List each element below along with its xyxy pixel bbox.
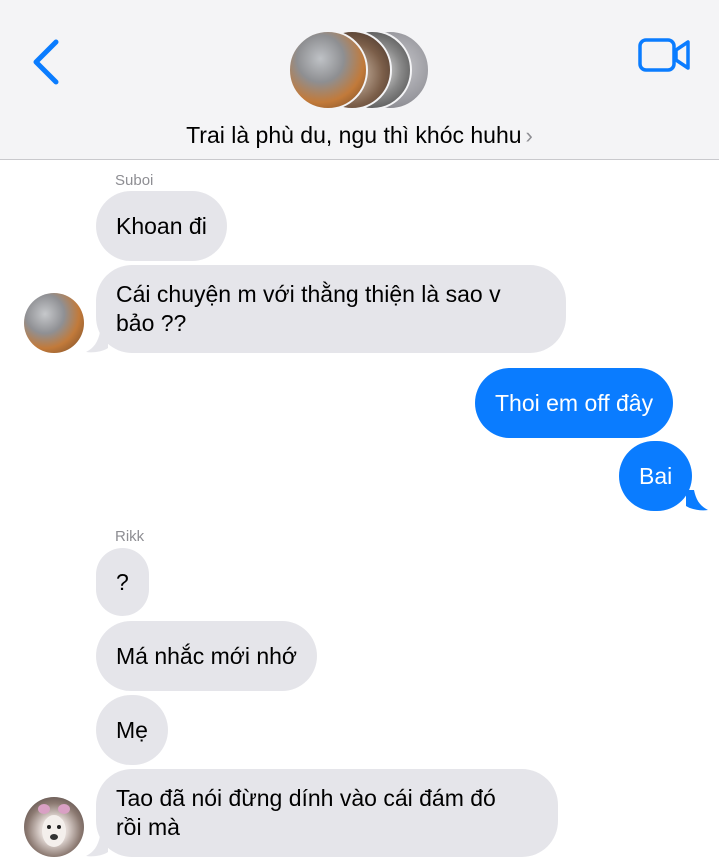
message-bubble[interactable]: Mẹ — [96, 695, 168, 765]
message-text-line1: Tao đã nói đừng dính vào cái đám đó — [116, 785, 496, 811]
chevron-right-icon: › — [525, 123, 533, 148]
message-text-line2: bảo ?? — [116, 310, 187, 336]
group-avatar-1 — [288, 30, 368, 110]
chat-screen: Trai là phù du, ngu thì khóc huhu › Suboi… — [0, 0, 719, 868]
group-avatar-stack[interactable] — [288, 30, 433, 114]
bubble-tail — [86, 332, 108, 353]
group-title[interactable]: Trai là phù du, ngu thì khóc huhu › — [0, 122, 719, 149]
sender-name-suboi: Suboi — [115, 172, 154, 189]
back-button[interactable] — [26, 36, 70, 88]
message-text: ? — [116, 568, 129, 595]
message-bubble[interactable]: ? — [96, 548, 149, 616]
dog-face-icon — [38, 804, 70, 847]
message-text: Mẹ — [116, 716, 148, 743]
message-text: Khoan đi — [116, 212, 207, 239]
message-bubble[interactable]: Cái chuyện m với thằng thiện là sao v bả… — [96, 265, 566, 353]
video-camera-icon — [638, 38, 690, 72]
conversation-header: Trai là phù du, ngu thì khóc huhu › — [0, 0, 719, 160]
bubble-tail-outgoing — [686, 490, 708, 511]
message-bubble[interactable]: Má nhắc mới nhớ — [96, 621, 318, 691]
message-bubble[interactable]: Tao đã nói đừng dính vào cái đám đó rồi … — [96, 769, 558, 857]
bubble-tail — [86, 836, 108, 857]
back-chevron-icon — [33, 39, 59, 85]
message-text-line2: rồi mà — [116, 814, 180, 840]
group-title-text: Trai là phù du, ngu thì khóc huhu — [186, 122, 522, 148]
message-text-line1: Cái chuyện m với thằng thiện là sao v — [116, 281, 501, 307]
sender-avatar-rikk[interactable] — [24, 797, 84, 857]
message-bubble-outgoing[interactable]: Thoi em off đây — [475, 368, 674, 438]
message-text: Bai — [639, 462, 673, 489]
sender-name-rikk: Rikk — [115, 528, 145, 545]
message-bubble[interactable]: Khoan đi — [96, 191, 227, 261]
message-bubble-outgoing[interactable]: Bai — [619, 441, 693, 511]
message-text: Thoi em off đây — [495, 389, 654, 416]
message-text: Má nhắc mới nhớ — [116, 642, 298, 669]
sender-avatar-suboi[interactable] — [24, 293, 84, 353]
video-call-button[interactable] — [636, 36, 694, 76]
